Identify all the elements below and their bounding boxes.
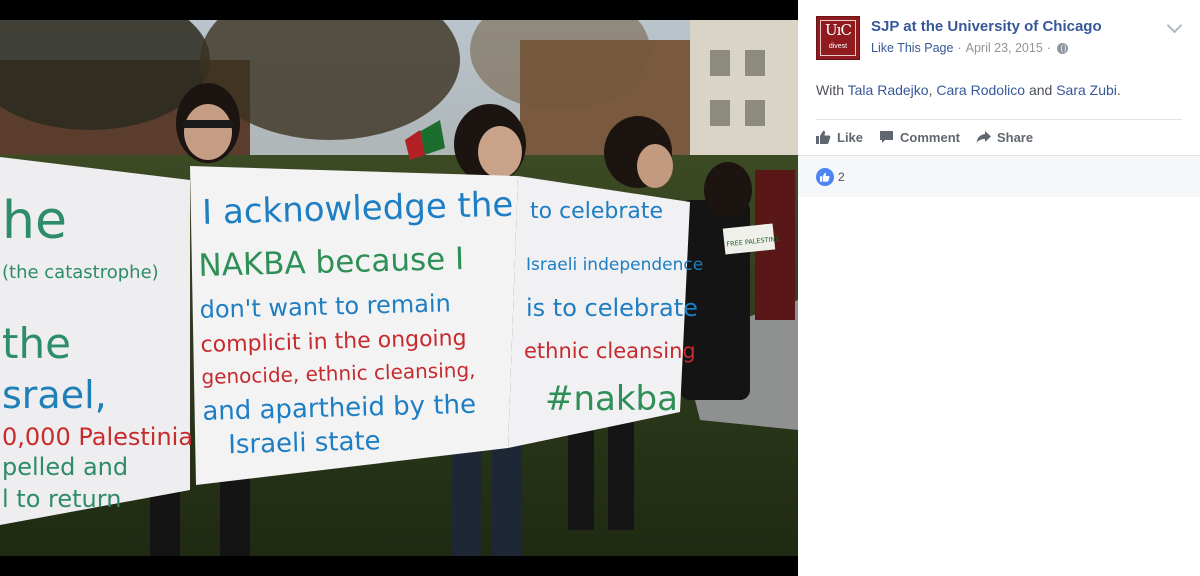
- left-banner-line-1: he: [2, 191, 67, 251]
- left-banner-line-2: (the catastrophe): [2, 262, 159, 283]
- reaction-count: 2: [838, 170, 845, 184]
- like-page-link[interactable]: Like This Page: [871, 41, 953, 55]
- tagged-people: With Tala Radejko, Cara Rodolico and Sar…: [816, 82, 1121, 98]
- left-banner-line-4: srael,: [2, 373, 107, 417]
- like-label: Like: [837, 129, 864, 145]
- like-reaction-icon: [816, 168, 834, 186]
- and-word: and: [1028, 82, 1053, 98]
- left-banner-line-5: 0,000 Palestinian: [2, 423, 208, 451]
- tagged-person-3[interactable]: Sara Zubi: [1056, 82, 1117, 98]
- protest-photo-illustration: FREE PALESTINE he (the catastrophe) the …: [0, 20, 798, 556]
- post-actions: Like Comment Share: [816, 127, 1049, 147]
- avatar-monogram: UıC: [825, 21, 852, 39]
- share-label: Share: [996, 129, 1034, 145]
- post-meta: Like This Page · April 23, 2015 ·: [871, 41, 1068, 55]
- meta-separator: ·: [957, 41, 962, 55]
- center-banner-line-2: NAKBA because I: [198, 241, 465, 284]
- right-banner-line-5: #nakba: [545, 379, 678, 419]
- post-panel: UıC divest SJP at the University of Chic…: [798, 0, 1200, 576]
- left-banner-line-3: the: [2, 319, 71, 368]
- post-photo[interactable]: FREE PALESTINE he (the catastrophe) the …: [0, 20, 798, 556]
- right-banner-line-4: ethnic cleansing: [524, 339, 696, 363]
- right-banner-line-2: Israeli independence: [526, 255, 703, 275]
- page-name-link[interactable]: SJP at the University of Chicago: [871, 18, 1102, 35]
- photo-viewer: FREE PALESTINE he (the catastrophe) the …: [0, 0, 798, 576]
- tagged-person-2[interactable]: Cara Rodolico: [936, 82, 1025, 98]
- actions-divider: [816, 119, 1182, 120]
- center-banner-line-7: Israeli state: [228, 426, 381, 460]
- chevron-down-icon[interactable]: [1166, 17, 1183, 34]
- with-prefix: With: [816, 82, 844, 98]
- like-button[interactable]: Like: [816, 130, 863, 145]
- tagged-person-1[interactable]: Tala Radejko: [848, 82, 929, 98]
- left-banner-line-6: pelled and: [2, 453, 128, 481]
- comment-label: Comment: [900, 129, 960, 145]
- right-banner-line-1: to celebrate: [530, 199, 663, 224]
- comment-button[interactable]: Comment: [879, 130, 960, 145]
- tag-comma: ,: [928, 82, 933, 98]
- reaction-summary[interactable]: 2: [816, 168, 845, 186]
- comment-icon: [880, 131, 894, 143]
- thumbs-up-icon: [816, 130, 831, 144]
- globe-icon[interactable]: [1056, 42, 1068, 54]
- tag-period: .: [1116, 82, 1121, 98]
- avatar-subtext: divest: [828, 43, 848, 50]
- share-button[interactable]: Share: [976, 130, 1033, 145]
- reactions-bar-edge: [972, 197, 1200, 268]
- meta-separator-2: ·: [1046, 41, 1051, 55]
- reactions-bar: 2: [798, 155, 1200, 268]
- left-banner-line-7: l to return: [2, 485, 121, 513]
- right-banner-line-3: is to celebrate: [526, 294, 698, 322]
- page-avatar[interactable]: UıC divest: [816, 16, 860, 60]
- share-icon: [976, 131, 991, 143]
- thumbs-up-white-icon: [820, 172, 830, 182]
- post-date[interactable]: April 23, 2015: [966, 41, 1043, 55]
- post-header: UıC divest SJP at the University of Chic…: [816, 14, 1188, 62]
- center-banner-line-1: I acknowledge the: [202, 185, 514, 233]
